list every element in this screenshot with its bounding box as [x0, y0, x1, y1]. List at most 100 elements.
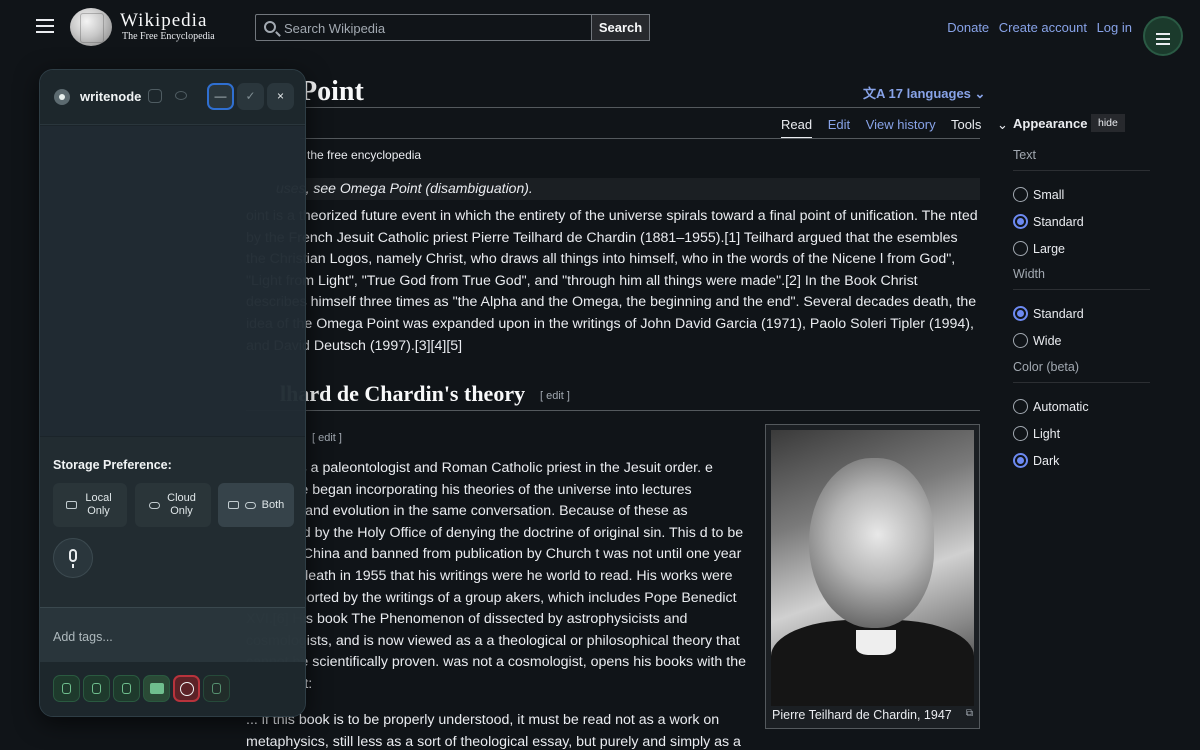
radio-icon [1013, 426, 1028, 441]
storage-cloud-button[interactable]: Cloud Only [135, 483, 211, 527]
appearance-hide-button[interactable]: hide [1091, 114, 1125, 132]
radio-selected-icon [1013, 453, 1028, 468]
eye-icon[interactable] [175, 91, 187, 100]
create-account-link[interactable]: Create account [999, 20, 1087, 35]
tags-section [40, 607, 305, 662]
tags-input[interactable] [53, 628, 293, 646]
color-option-light[interactable]: Light [1013, 420, 1150, 447]
search-input[interactable] [284, 19, 584, 37]
writenode-editor-area[interactable] [40, 126, 305, 436]
record-button[interactable] [53, 538, 93, 578]
page-title: Point [300, 76, 364, 107]
appearance-heading: Appearance [1013, 116, 1088, 131]
article-image-box: Pierre Teilhard de Chardin, 1947 ⧉ [765, 424, 980, 729]
writenode-panel: writenode — ✓ × Storage Preference: Loca… [39, 69, 306, 717]
text-size-label: Text [1013, 148, 1150, 171]
text-size-section: Text Small Standard Large [1013, 148, 1150, 262]
subsection-edit-link[interactable]: [ edit ] [312, 432, 342, 444]
close-button[interactable]: × [267, 83, 294, 110]
translate-icon: 文A [863, 86, 889, 101]
ai-tool-button[interactable] [113, 675, 140, 702]
radio-icon [1013, 333, 1028, 348]
image-tool-button[interactable] [143, 675, 170, 702]
chevron-down-icon: ⌄ [970, 86, 986, 101]
storage-both-button[interactable]: Both [218, 483, 294, 527]
search-icon [264, 21, 276, 33]
color-label: Color (beta) [1013, 360, 1150, 383]
storage-local-button[interactable]: Local Only [53, 483, 127, 527]
microphone-icon [69, 549, 77, 562]
image-icon [150, 683, 164, 694]
tab-tools[interactable]: Tools [951, 117, 981, 132]
title-divider [300, 107, 980, 108]
writenode-titlebar: writenode — ✓ × [40, 70, 305, 125]
drive-icon [65, 501, 77, 509]
pin-icon[interactable] [148, 89, 162, 103]
cloud-icon [148, 501, 160, 509]
tab-edit[interactable]: Edit [828, 117, 850, 132]
wikipedia-logo-icon[interactable] [70, 8, 112, 46]
user-links: Donate Create account Log in [941, 20, 1132, 35]
text-option-large[interactable]: Large [1013, 235, 1150, 262]
storage-preference-label: Storage Preference: [53, 458, 172, 472]
section-heading: lhard de Chardin's theory [280, 381, 526, 406]
search-button[interactable]: Search [591, 14, 650, 41]
wikipedia-tagline: The Free Encyclopedia [122, 31, 215, 42]
width-option-standard[interactable]: Standard [1013, 300, 1150, 327]
donate-link[interactable]: Donate [947, 20, 989, 35]
tabs-divider [300, 138, 980, 139]
section-divider [246, 410, 980, 411]
wikipedia-header: Wikipedia The Free Encyclopedia Search D… [0, 0, 1200, 56]
site-sub: the free encyclopedia [307, 148, 422, 162]
floating-menu-button[interactable] [1143, 16, 1183, 56]
language-count: 17 languages [888, 86, 971, 101]
wikipedia-wordmark[interactable]: Wikipedia [120, 10, 207, 32]
page-tabs: Read Edit View history Tools ⌄ [781, 117, 1020, 139]
swap-icon [212, 683, 221, 694]
quote-paragraph: ... if this book is to be properly under… [246, 712, 741, 750]
swap-tool-button[interactable] [203, 675, 230, 702]
drive-icon [227, 501, 239, 509]
speaker-icon [92, 683, 101, 694]
radio-icon [1013, 399, 1028, 414]
width-label: Width [1013, 267, 1150, 290]
storage-preference-section: Storage Preference: Local Only Cloud Onl… [40, 437, 305, 607]
section-edit-link[interactable]: [ edit ] [540, 390, 570, 402]
tab-view-history[interactable]: View history [866, 117, 936, 132]
radio-selected-icon [1013, 214, 1028, 229]
main-menu-icon[interactable] [36, 19, 54, 33]
portrait-image[interactable] [771, 430, 974, 706]
intro-paragraph: oint is a theorized future event in whic… [246, 208, 978, 354]
radio-icon [1013, 241, 1028, 256]
text-option-standard[interactable]: Standard [1013, 208, 1150, 235]
text-option-small[interactable]: Small [1013, 181, 1150, 208]
body-paragraph: ardin was a paleontologist and Roman Cat… [246, 460, 746, 692]
radio-selected-icon [1013, 306, 1028, 321]
chevron-down-icon[interactable]: ⌄ [993, 117, 1008, 132]
tab-read[interactable]: Read [781, 117, 813, 139]
appearance-panel: Appearance hide Text Small Standard Larg… [1013, 113, 1150, 468]
web-tool-button[interactable] [173, 675, 200, 702]
minimize-button[interactable]: — [207, 83, 234, 110]
menu-icon [1145, 18, 1181, 45]
confirm-button[interactable]: ✓ [237, 83, 264, 110]
bot-icon [122, 683, 131, 694]
writenode-title: writenode [80, 89, 142, 104]
writenode-toolbar [40, 662, 305, 716]
radio-icon [1013, 187, 1028, 202]
width-section: Width Standard Wide [1013, 267, 1150, 354]
writenode-logo-icon [54, 89, 70, 105]
speaker-tool-button[interactable] [83, 675, 110, 702]
mic-tool-button[interactable] [53, 675, 80, 702]
color-option-dark[interactable]: Dark [1013, 447, 1150, 474]
login-link[interactable]: Log in [1097, 20, 1132, 35]
hatnote: uses, see Omega Point (disambiguation). [246, 178, 980, 200]
search-box [255, 14, 592, 41]
globe-icon [180, 682, 194, 696]
color-option-automatic[interactable]: Automatic [1013, 393, 1150, 420]
image-caption: Pierre Teilhard de Chardin, 1947 [772, 708, 952, 722]
width-option-wide[interactable]: Wide [1013, 327, 1150, 354]
enlarge-icon[interactable]: ⧉ [966, 708, 973, 719]
language-button[interactable]: 文A 17 languages ⌄ [863, 83, 985, 102]
cloud-icon [244, 501, 256, 509]
